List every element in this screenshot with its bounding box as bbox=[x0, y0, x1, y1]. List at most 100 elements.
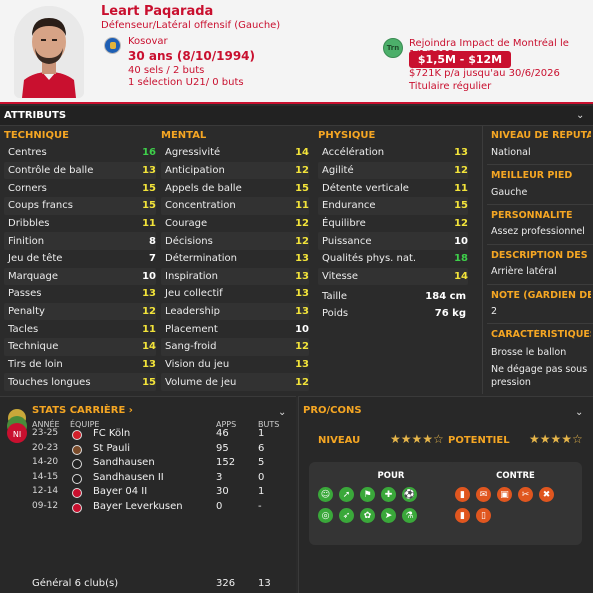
career-apps: 0 bbox=[216, 500, 223, 512]
reputation-title: NIVEAU DE RÉPUTATION bbox=[491, 130, 591, 141]
attribute-row[interactable]: Dribbles 11 bbox=[4, 215, 156, 233]
attribute-row[interactable]: Leadership 13 bbox=[161, 302, 309, 321]
attribute-row[interactable]: Placement 10 bbox=[161, 321, 309, 339]
attribute-row[interactable]: Corners 15 bbox=[4, 179, 156, 197]
career-row[interactable]: 12-14 Bayer 04 II 30 1 bbox=[32, 486, 282, 501]
attribute-row[interactable]: Touches longues 15 bbox=[4, 373, 156, 392]
attribute-row[interactable]: Détente verticale 11 bbox=[318, 179, 468, 197]
attribute-value: 13 bbox=[295, 359, 309, 371]
chevron-down-icon[interactable]: ⌄ bbox=[575, 407, 583, 418]
club-crest-icon bbox=[72, 473, 82, 484]
attribute-row[interactable]: Appels de balle 15 bbox=[161, 179, 309, 197]
pass-icon[interactable]: ➤ bbox=[381, 508, 396, 523]
attribute-row[interactable]: Décisions 12 bbox=[161, 232, 309, 250]
career-year: 14-15 bbox=[32, 471, 59, 482]
attribute-value: 15 bbox=[295, 182, 309, 194]
attribute-row[interactable]: Inspiration 13 bbox=[161, 267, 309, 286]
attribute-row[interactable]: Centres 16 bbox=[4, 144, 156, 162]
attribute-name: Puissance bbox=[322, 235, 372, 247]
attribute-row[interactable]: Sang-froid 12 bbox=[161, 338, 309, 356]
target-icon[interactable]: ◎ bbox=[318, 508, 333, 523]
card-icon[interactable]: ▮ bbox=[455, 487, 470, 502]
bag-icon[interactable]: ▣ bbox=[497, 487, 512, 502]
career-apps: 30 bbox=[216, 486, 229, 497]
attribute-row[interactable]: Volume de jeu 12 bbox=[161, 373, 309, 392]
attribute-row[interactable]: Vision du jeu 13 bbox=[161, 356, 309, 374]
attribute-name: Sang-froid bbox=[165, 341, 217, 353]
attribute-name: Agressivité bbox=[165, 147, 221, 159]
attribute-row[interactable]: Tacles 11 bbox=[4, 321, 156, 339]
boots-icon[interactable]: ➶ bbox=[339, 508, 354, 523]
attribute-name: Passes bbox=[8, 288, 42, 300]
attribute-row[interactable]: Accélération 13 bbox=[318, 144, 468, 162]
career-row[interactable]: 09-12 Bayer Leverkusen 0 - bbox=[32, 501, 282, 516]
chevron-down-icon[interactable]: ⌄ bbox=[278, 407, 286, 418]
card2-icon[interactable]: ▯ bbox=[476, 508, 491, 523]
player-info-panel: NIVEAU DE RÉPUTATION National MEILLEUR P… bbox=[482, 126, 593, 394]
attribute-row[interactable]: Finition 8 bbox=[4, 232, 156, 250]
attribute-value: 11 bbox=[142, 323, 156, 335]
team-icon[interactable]: ✚ bbox=[381, 487, 396, 502]
attribute-name: Coups francs bbox=[8, 200, 73, 212]
career-stats-link[interactable]: STATS CARRIÈRE › bbox=[32, 405, 133, 416]
attribute-row[interactable]: Technique 14 bbox=[4, 338, 156, 356]
attribute-row[interactable]: Marquage 10 bbox=[4, 267, 156, 286]
attribute-row[interactable]: Jeu collectif 13 bbox=[161, 285, 309, 303]
chevron-down-icon[interactable]: ⌄ bbox=[576, 110, 584, 121]
career-year: 23-25 bbox=[32, 428, 59, 438]
card-icon[interactable]: ▮ bbox=[455, 508, 470, 523]
mental-header: MENTAL bbox=[161, 130, 207, 141]
tackle-icon[interactable]: ✖ bbox=[539, 487, 554, 502]
chat-icon[interactable]: ✉ bbox=[476, 487, 491, 502]
divider bbox=[487, 204, 593, 205]
career-row[interactable]: 23-25 FC Köln 46 1 bbox=[32, 428, 282, 443]
attribute-row[interactable]: Détermination 13 bbox=[161, 250, 309, 268]
attribute-row[interactable]: Penalty 12 bbox=[4, 302, 156, 321]
attribute-row[interactable]: Équilibre 12 bbox=[318, 215, 468, 233]
attribute-row[interactable]: Contrôle de balle 13 bbox=[4, 161, 156, 180]
ball-icon[interactable]: ⚽ bbox=[402, 487, 417, 502]
career-row[interactable]: 14-15 Sandhausen II 3 0 bbox=[32, 472, 282, 487]
attribute-row[interactable]: Concentration 11 bbox=[161, 196, 309, 215]
attribute-row[interactable]: Agressivité 14 bbox=[161, 144, 309, 162]
attribute-name: Concentration bbox=[165, 200, 236, 212]
attribute-name: Tacles bbox=[8, 323, 39, 335]
career-year: 09-12 bbox=[32, 500, 59, 511]
career-team: FC Köln bbox=[93, 428, 131, 439]
attribute-row[interactable]: Vitesse 14 bbox=[318, 267, 468, 286]
attribute-row[interactable]: Endurance 15 bbox=[318, 196, 468, 215]
attribute-row[interactable]: Jeu de tête 7 bbox=[4, 250, 156, 268]
flask-icon[interactable]: ⚗ bbox=[402, 508, 417, 523]
attribute-row[interactable]: Anticipation 12 bbox=[161, 161, 309, 180]
attribute-row[interactable]: Qualités phys. nat. 18 bbox=[318, 250, 468, 268]
attribute-row[interactable]: Agilité 12 bbox=[318, 161, 468, 180]
career-row[interactable]: 20-23 St Pauli 95 6 bbox=[32, 443, 282, 458]
weight-label: Poids bbox=[322, 308, 349, 320]
attribute-value: 12 bbox=[142, 306, 156, 318]
attributes-bar[interactable]: ATTRIBUTS ⌄ bbox=[0, 106, 593, 126]
height-label: Taille bbox=[322, 291, 348, 303]
transfer-status-icon: Trn bbox=[383, 38, 403, 58]
attribute-name: Endurance bbox=[322, 200, 376, 212]
runner-icon[interactable]: ➚ bbox=[339, 487, 354, 502]
scissors-icon[interactable]: ✂ bbox=[518, 487, 533, 502]
career-row[interactable]: 14-20 Sandhausen 152 5 bbox=[32, 457, 282, 472]
nationality[interactable]: Kosovar bbox=[128, 36, 168, 47]
attribute-row[interactable]: Passes 13 bbox=[4, 285, 156, 303]
attribute-name: Placement bbox=[165, 323, 218, 335]
level-stars: ★★★★☆ bbox=[390, 432, 444, 446]
attribute-row[interactable]: Puissance 10 bbox=[318, 232, 468, 250]
attribute-name: Dribbles bbox=[8, 217, 50, 229]
attribute-value: 13 bbox=[454, 147, 468, 159]
attribute-row[interactable]: Coups francs 15 bbox=[4, 196, 156, 215]
attribute-row[interactable]: Courage 12 bbox=[161, 215, 309, 233]
attribute-row[interactable]: Tirs de loin 13 bbox=[4, 356, 156, 374]
smile-icon[interactable]: ☺ bbox=[318, 487, 333, 502]
kosovo-flag-icon bbox=[104, 37, 121, 54]
attribute-value: 14 bbox=[142, 341, 156, 353]
brain-icon[interactable]: ✿ bbox=[360, 508, 375, 523]
attribute-value: 12 bbox=[295, 235, 309, 247]
attribute-name: Tirs de loin bbox=[8, 359, 63, 371]
flag-icon[interactable]: ⚑ bbox=[360, 487, 375, 502]
career-apps: 95 bbox=[216, 442, 229, 454]
